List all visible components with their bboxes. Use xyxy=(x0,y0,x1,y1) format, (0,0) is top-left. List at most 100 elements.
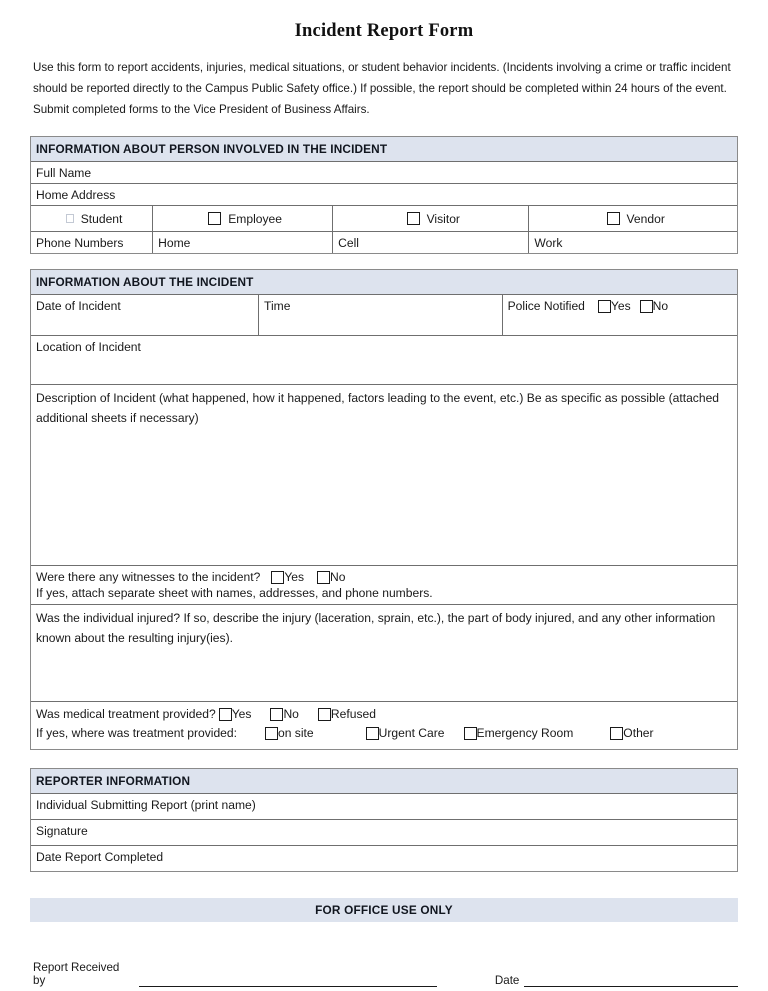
description-row: Description of Incident (what happened, … xyxy=(31,385,737,567)
reporter-info-section: REPORTER INFORMATION Individual Submitti… xyxy=(30,768,738,873)
home-address-label: Home Address xyxy=(36,187,116,202)
witness-yes-label: Yes xyxy=(284,570,305,585)
phone-work-label: Work xyxy=(534,235,563,250)
employee-checkbox[interactable] xyxy=(208,212,222,226)
witness-question-label: Were there any witnesses to the incident… xyxy=(36,570,261,585)
phone-numbers-label-cell: Phone Numbers xyxy=(31,232,154,254)
witness-no-label: No xyxy=(330,570,346,585)
role-option-student[interactable]: Student xyxy=(31,206,154,232)
injury-row: Was the individual injured? If so, descr… xyxy=(31,605,737,703)
treatment-onsite-label: on site xyxy=(277,726,314,741)
phone-numbers-label: Phone Numbers xyxy=(36,235,124,250)
full-name-label: Full Name xyxy=(36,165,92,180)
treatment-location-line: If yes, where was treatment provided: on… xyxy=(31,721,737,740)
role-option-vendor[interactable]: Vendor xyxy=(529,206,737,231)
witness-note: If yes, attach separate sheet with names… xyxy=(36,586,433,601)
treatment-no-label: No xyxy=(283,707,299,722)
date-time-police-row: Date of Incident Time Police Notified Ye… xyxy=(31,295,737,337)
treatment-refused-label: Refused xyxy=(330,707,376,722)
role-label-vendor: Vendor xyxy=(626,211,665,226)
visitor-checkbox[interactable] xyxy=(406,212,420,226)
witness-field[interactable]: Were there any witnesses to the incident… xyxy=(31,566,737,604)
witness-yes-checkbox[interactable] xyxy=(271,570,285,584)
phone-home-field[interactable]: Home xyxy=(153,232,334,254)
treatment-urgent-care-checkbox[interactable] xyxy=(365,726,379,740)
medical-treatment-field[interactable]: Was medical treatment provided? Yes No R… xyxy=(31,702,737,749)
intro-paragraph: Use this form to report accidents, injur… xyxy=(33,61,731,117)
role-label-student: Student xyxy=(80,211,123,226)
page-title: Incident Report Form xyxy=(294,21,474,41)
date-of-incident-label: Date of Incident xyxy=(36,299,121,314)
time-field[interactable]: Time xyxy=(259,295,503,336)
treatment-question-line: Was medical treatment provided? Yes No R… xyxy=(31,702,737,721)
signature-row: Signature xyxy=(31,820,737,847)
date-completed-row: Date Report Completed xyxy=(31,846,737,871)
person-info-section: INFORMATION ABOUT PERSON INVOLVED IN THE… xyxy=(30,136,738,255)
medical-treatment-row: Was medical treatment provided? Yes No R… xyxy=(31,702,737,749)
description-of-incident-field[interactable]: Description of Incident (what happened, … xyxy=(31,385,737,565)
phone-numbers-row: Phone Numbers Home Cell Work xyxy=(31,232,737,254)
reporter-name-field[interactable]: Individual Submitting Report (print name… xyxy=(31,794,737,819)
phone-cell-label: Cell xyxy=(338,235,359,250)
reporter-name-row: Individual Submitting Report (print name… xyxy=(31,794,737,821)
full-name-field[interactable]: Full Name xyxy=(31,162,737,183)
role-option-employee[interactable]: Employee xyxy=(153,206,334,232)
treatment-other-label: Other xyxy=(623,726,654,741)
police-notified-label: Police Notified xyxy=(507,299,585,314)
treatment-onsite-checkbox[interactable] xyxy=(264,726,278,740)
treatment-urgent-care-label: Urgent Care xyxy=(378,726,445,741)
incident-report-page: Incident Report Form Use this form to re… xyxy=(0,0,768,991)
date-completed-label: Date Report Completed xyxy=(36,850,164,865)
witness-row: Were there any witnesses to the incident… xyxy=(31,566,737,606)
treatment-emergency-room-checkbox[interactable] xyxy=(463,726,477,740)
treatment-question-label: Was medical treatment provided? xyxy=(36,707,216,722)
police-no-checkbox[interactable] xyxy=(639,299,653,313)
role-label-employee: Employee xyxy=(228,211,283,226)
incident-section-heading: INFORMATION ABOUT THE INCIDENT xyxy=(31,270,737,296)
student-checkbox[interactable] xyxy=(65,214,74,224)
description-of-incident-label: Description of Incident (what happened, … xyxy=(36,391,720,425)
report-received-by-label: Report Received by xyxy=(33,961,120,988)
office-date-label: Date xyxy=(494,974,520,988)
treatment-emergency-room-label: Emergency Room xyxy=(476,726,574,741)
office-use-footer: Report Received by Date xyxy=(30,961,738,988)
phone-cell-field[interactable]: Cell xyxy=(333,232,530,254)
treatment-yes-label: Yes xyxy=(231,707,252,722)
full-name-row: Full Name xyxy=(31,162,737,185)
home-address-field[interactable]: Home Address xyxy=(31,184,737,205)
location-of-incident-field[interactable]: Location of Incident xyxy=(31,336,737,384)
person-section-heading: INFORMATION ABOUT PERSON INVOLVED IN THE… xyxy=(31,137,737,163)
treatment-other-checkbox[interactable] xyxy=(610,726,624,740)
police-no-label: No xyxy=(652,299,669,314)
date-completed-field[interactable]: Date Report Completed xyxy=(31,846,737,871)
home-address-row: Home Address xyxy=(31,184,737,207)
vendor-checkbox[interactable] xyxy=(606,212,620,226)
signature-label: Signature xyxy=(36,824,88,839)
role-option-visitor[interactable]: Visitor xyxy=(333,206,530,232)
witness-no-checkbox[interactable] xyxy=(317,570,331,584)
witness-question-line: Were there any witnesses to the incident… xyxy=(31,566,737,584)
report-received-by-input[interactable] xyxy=(139,975,438,988)
location-row: Location of Incident xyxy=(31,336,737,386)
role-row: Student Employee Visitor Vendor xyxy=(31,206,737,233)
treatment-no-checkbox[interactable] xyxy=(270,707,284,721)
time-label: Time xyxy=(264,299,291,314)
treatment-refused-checkbox[interactable] xyxy=(317,707,331,721)
reporter-name-label: Individual Submitting Report (print name… xyxy=(36,798,256,813)
treatment-location-question-label: If yes, where was treatment provided: xyxy=(36,726,237,741)
office-use-heading: FOR OFFICE USE ONLY xyxy=(30,898,738,923)
police-yes-checkbox[interactable] xyxy=(597,299,611,313)
location-of-incident-label: Location of Incident xyxy=(36,340,141,355)
phone-home-label: Home xyxy=(158,235,191,250)
police-notified-field[interactable]: Police Notified Yes No xyxy=(503,295,737,335)
signature-field[interactable]: Signature xyxy=(31,820,737,845)
office-date-input[interactable] xyxy=(524,975,738,988)
injury-description-field[interactable]: Was the individual injured? If so, descr… xyxy=(31,605,737,701)
treatment-yes-checkbox[interactable] xyxy=(218,707,232,721)
police-yes-label: Yes xyxy=(610,299,631,314)
role-label-visitor: Visitor xyxy=(426,211,460,226)
phone-work-field[interactable]: Work xyxy=(529,232,737,253)
date-of-incident-field[interactable]: Date of Incident xyxy=(31,295,260,336)
incident-info-section: INFORMATION ABOUT THE INCIDENT Date of I… xyxy=(30,269,738,751)
reporter-section-heading: REPORTER INFORMATION xyxy=(31,769,737,795)
